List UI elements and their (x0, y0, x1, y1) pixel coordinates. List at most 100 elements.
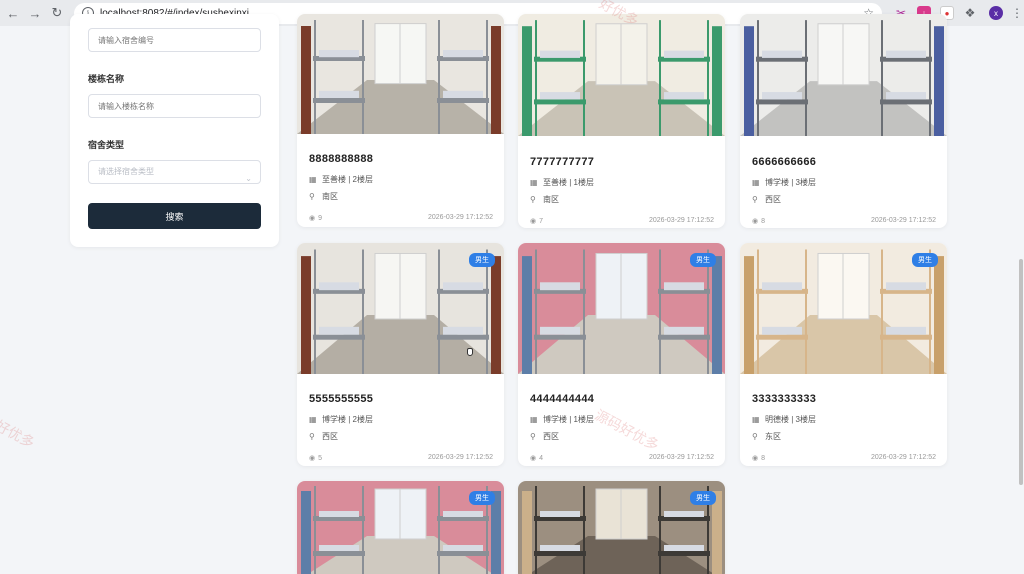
view-count-text: 4 (539, 454, 544, 462)
room-number: 6666666666 (752, 156, 817, 168)
dorm-card[interactable]: 男生 (297, 481, 504, 574)
card-footer: ◉ 7 2026-03-29 17:12:52 (530, 217, 714, 225)
view-count: ◉ 9 (309, 214, 323, 223)
dorm-photo[interactable] (740, 14, 947, 136)
building-floor-text: 博学楼 | 1楼层 (543, 415, 594, 424)
building-floor-text: 至善楼 | 1楼层 (543, 178, 594, 187)
location-pin-icon: ⚲ (530, 195, 536, 204)
card-footer: ◉ 4 2026-03-29 17:12:52 (530, 454, 714, 462)
building-floor: ▦ 至善楼 | 2楼层 (309, 174, 373, 185)
area-text: 南区 (543, 195, 559, 204)
area-text: 西区 (765, 195, 781, 204)
card-footer: ◉ 5 2026-03-29 17:12:52 (309, 454, 493, 462)
chevron-down-icon: ⌄ (245, 174, 252, 183)
location-pin-icon: ⚲ (752, 432, 758, 441)
view-count: ◉ 8 (752, 217, 766, 226)
location-pin-icon: ⚲ (752, 195, 758, 204)
building-floor-text: 明德楼 | 3楼层 (765, 415, 816, 424)
building-floor: ▦ 博学楼 | 1楼层 (530, 414, 594, 425)
area: ⚲ 西区 (309, 431, 338, 442)
card-footer: ◉ 8 2026-03-29 17:12:52 (752, 454, 936, 462)
search-button[interactable]: 搜索 (88, 203, 261, 229)
extensions-puzzle-icon[interactable]: ❖ (963, 6, 977, 20)
reload-icon[interactable]: ↻ (46, 2, 68, 24)
area-text: 西区 (543, 432, 559, 441)
forward-arrow-icon[interactable]: → (24, 2, 46, 24)
view-count-text: 8 (761, 454, 766, 462)
area: ⚲ 西区 (752, 194, 781, 205)
type-select-placeholder: 请选择宿舍类型 (98, 167, 154, 176)
location-pin-icon: ⚲ (309, 192, 315, 201)
room-number: 8888888888 (309, 153, 374, 165)
eye-icon: ◉ (309, 215, 316, 222)
hand-cursor-icon (467, 348, 473, 356)
building-icon: ▦ (309, 175, 317, 184)
profile-avatar[interactable]: x (989, 6, 1003, 20)
area-text: 西区 (322, 432, 338, 441)
dorm-card[interactable]: 男生 5555555555 ▦ 博学楼 | 2楼层 ⚲ 西区 ◉ 5 2026-03-29 17… (297, 243, 504, 466)
type-select[interactable]: 请选择宿舍类型 ⌄ (88, 160, 261, 184)
building-icon: ▦ (752, 178, 760, 187)
view-count: ◉ 5 (309, 454, 323, 463)
dorm-photo[interactable] (518, 14, 725, 136)
scrollbar-thumb[interactable] (1019, 259, 1023, 485)
view-count-text: 8 (761, 217, 766, 225)
room-number: 3333333333 (752, 393, 817, 405)
view-count: ◉ 4 (530, 454, 544, 463)
dorm-card[interactable]: 8888888888 ▦ 至善楼 | 2楼层 ⚲ 南区 ◉ 9 2026-03-29 17:1… (297, 14, 504, 227)
building-floor: ▦ 博学楼 | 2楼层 (309, 414, 373, 425)
building-floor: ▦ 博学楼 | 3楼层 (752, 177, 816, 188)
timestamp: 2026-03-29 17:12:52 (871, 454, 936, 461)
room-number-input[interactable] (88, 28, 261, 52)
eye-icon: ◉ (752, 218, 759, 225)
eye-icon: ◉ (309, 455, 316, 462)
building-floor: ▦ 明德楼 | 3楼层 (752, 414, 816, 425)
timestamp: 2026-03-29 17:12:52 (428, 454, 493, 461)
room-number: 4444444444 (530, 393, 595, 405)
back-arrow-icon[interactable]: ← (2, 2, 24, 24)
building-label: 楼栋名称 (88, 74, 125, 84)
view-count-text: 5 (318, 454, 323, 462)
eye-icon: ◉ (530, 455, 537, 462)
view-count: ◉ 8 (752, 454, 766, 463)
timestamp: 2026-03-29 17:12:52 (649, 217, 714, 224)
gender-badge: 男生 (469, 253, 495, 267)
type-label: 宿舍类型 (88, 140, 125, 150)
area: ⚲ 东区 (752, 431, 781, 442)
view-count-text: 9 (318, 214, 323, 222)
eye-icon: ◉ (530, 218, 537, 225)
room-number: 5555555555 (309, 393, 374, 405)
view-count: ◉ 7 (530, 217, 543, 226)
building-floor-text: 至善楼 | 2楼层 (322, 175, 373, 184)
browser-menu-icon[interactable]: ⋮ (1011, 6, 1023, 20)
building-icon: ▦ (530, 178, 538, 187)
dorm-card[interactable]: 男生 3333333333 ▦ 明德楼 | 3楼层 ⚲ 东区 ◉ 8 2026-03-29 17… (740, 243, 947, 466)
dorm-card[interactable]: 7777777777 ▦ 至善楼 | 1楼层 ⚲ 南区 ◉ 7 2026-03-29 17:1… (518, 14, 725, 228)
dorm-card[interactable]: 男生 (518, 481, 725, 574)
gender-badge: 男生 (469, 491, 495, 505)
gender-badge: 男生 (690, 253, 716, 267)
search-panel: 楼栋名称 宿舍类型 请选择宿舍类型 ⌄ 搜索 (70, 14, 279, 247)
dorm-photo[interactable] (297, 14, 504, 134)
location-pin-icon: ⚲ (309, 432, 315, 441)
dorm-card[interactable]: 男生 4444444444 ▦ 博学楼 | 1楼层 ⚲ 西区 ◉ 4 2026-03-29 17… (518, 243, 725, 466)
gender-badge: 男生 (912, 253, 938, 267)
building-icon: ▦ (752, 415, 760, 424)
area-text: 南区 (322, 192, 338, 201)
building-floor-text: 博学楼 | 3楼层 (765, 178, 816, 187)
card-footer: ◉ 9 2026-03-29 17:12:52 (309, 214, 493, 222)
timestamp: 2026-03-29 17:12:52 (871, 217, 936, 224)
watermark: 好优多 (0, 417, 38, 451)
dorm-card[interactable]: 6666666666 ▦ 博学楼 | 3楼层 ⚲ 西区 ◉ 8 2026-03-29 17:1… (740, 14, 947, 228)
area: ⚲ 西区 (530, 431, 559, 442)
area: ⚲ 南区 (530, 194, 559, 205)
building-floor: ▦ 至善楼 | 1楼层 (530, 177, 594, 188)
gender-badge: 男生 (690, 491, 716, 505)
building-icon: ▦ (309, 415, 317, 424)
page-scrollbar[interactable] (1018, 26, 1024, 574)
timestamp: 2026-03-29 17:12:52 (649, 454, 714, 461)
room-number: 7777777777 (530, 156, 595, 168)
building-input[interactable] (88, 94, 261, 118)
area-text: 东区 (765, 432, 781, 441)
card-footer: ◉ 8 2026-03-29 17:12:52 (752, 217, 936, 225)
